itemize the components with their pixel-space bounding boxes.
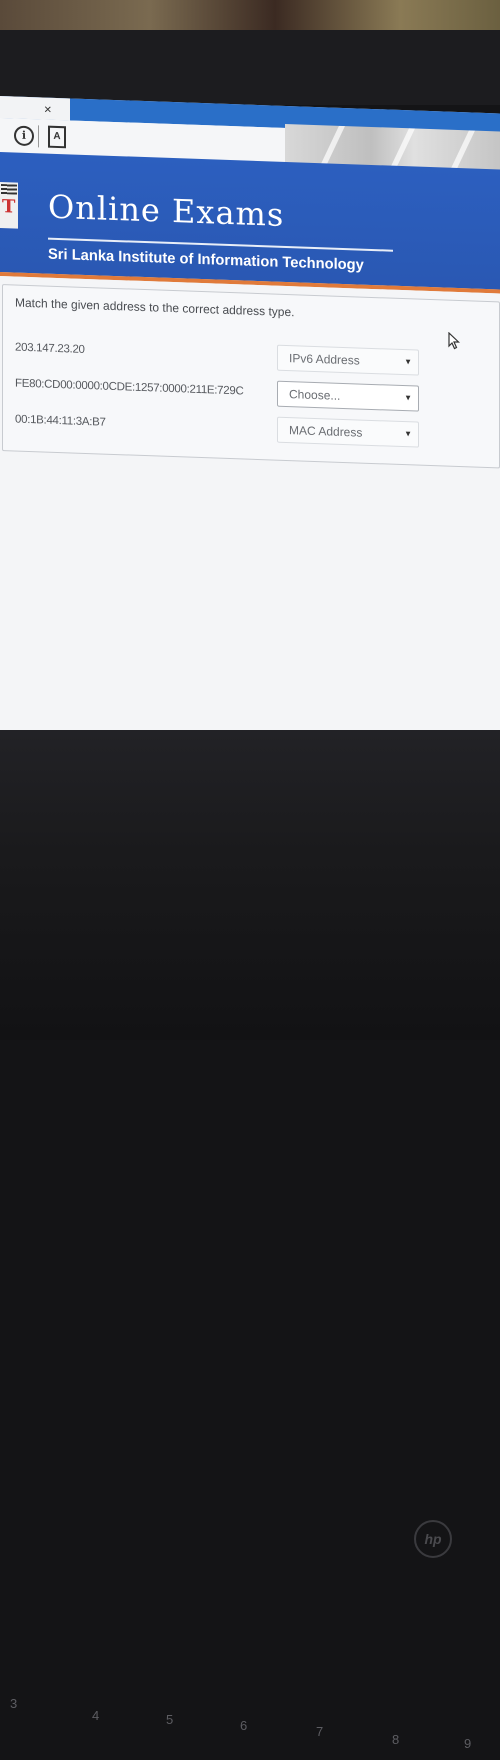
- info-icon[interactable]: i: [14, 125, 34, 147]
- key-4: 4: [92, 1708, 100, 1723]
- browser-tab[interactable]: ×: [0, 96, 70, 121]
- address-type-select[interactable]: IPv6 Address ▼: [277, 344, 419, 376]
- hp-logo: hp: [414, 1520, 452, 1558]
- match-row: 00:1B:44:11:3A:B7 MAC Address ▼: [15, 408, 495, 453]
- chevron-down-icon: ▼: [404, 393, 412, 403]
- keyboard-row: 3 4 5 6 7 8 9: [0, 1660, 500, 1760]
- key-5: 5: [166, 1712, 174, 1727]
- laptop-body: hp 3 4 5 6 7 8 9: [0, 730, 500, 1751]
- key-8: 8: [392, 1732, 400, 1747]
- address-text: FE80:CD00:0000:0CDE:1257:0000:211E:729C: [15, 377, 244, 398]
- site-title: Online Exams: [48, 187, 285, 234]
- key-9: 9: [464, 1736, 472, 1751]
- question-prompt: Match the given address to the correct a…: [15, 295, 295, 320]
- logo-bars: [1, 184, 17, 195]
- address-type-select[interactable]: MAC Address ▼: [277, 416, 419, 448]
- chevron-down-icon: ▼: [404, 429, 412, 439]
- monitor-bezel-top: [0, 30, 500, 105]
- key-6: 6: [240, 1718, 248, 1733]
- address-text: 00:1B:44:11:3A:B7: [15, 413, 106, 429]
- logo-letter: T: [2, 196, 16, 218]
- page-icon[interactable]: A: [48, 125, 66, 149]
- browser-window: × i A T Online Exams Sri Lanka Institute…: [0, 96, 500, 789]
- toolbar-divider: [38, 125, 39, 148]
- key-7: 7: [316, 1724, 324, 1739]
- sliit-logo: T: [0, 182, 18, 229]
- close-icon[interactable]: ×: [44, 102, 52, 117]
- address-text: 203.147.23.20: [15, 341, 85, 356]
- key-3: 3: [10, 1696, 18, 1711]
- select-value: IPv6 Address: [289, 351, 360, 368]
- mouse-cursor-icon: [448, 332, 460, 350]
- main-content: Match the given address to the correct a…: [0, 276, 500, 789]
- chevron-down-icon: ▼: [404, 357, 412, 367]
- site-header: T Online Exams Sri Lanka Institute of In…: [0, 152, 500, 290]
- select-value: Choose...: [289, 387, 341, 403]
- address-type-select[interactable]: Choose... ▼: [277, 380, 419, 412]
- select-value: MAC Address: [289, 423, 363, 440]
- question-card: Match the given address to the correct a…: [2, 284, 500, 469]
- site-subtitle: Sri Lanka Institute of Information Techn…: [48, 245, 364, 274]
